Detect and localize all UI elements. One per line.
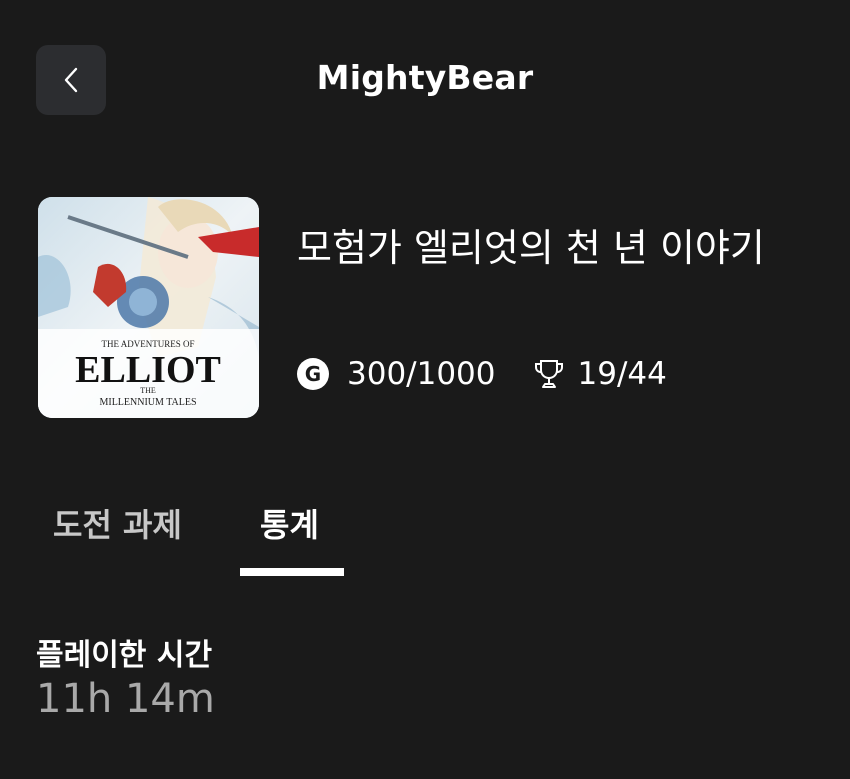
page-title: MightyBear [316,58,534,97]
cover-text-line2: ELLIOT [75,349,221,391]
trophy-icon [532,357,566,391]
cover-text-line1: THE ADVENTURES OF [101,339,194,349]
game-title: 모험가 엘리엇의 천 년 이야기 [297,226,765,270]
tab-achievements[interactable]: 도전 과제 [53,500,182,546]
tab-statistics[interactable]: 통계 [260,500,319,546]
active-tab-indicator [240,568,344,576]
playtime-label: 플레이한 시간 [36,638,213,673]
cover-text-line4: MILLENNIUM TALES [99,397,196,408]
playtime-value: 11h 14m [36,676,215,722]
achievements-value: 19/44 [577,356,667,392]
gamerscore-g-icon: G [297,358,329,390]
gamerscore-value: 300/1000 [347,356,496,392]
game-detail-page: MightyBear THE ADVENTURES OF ELLIOT THE … [0,0,850,779]
cover-art: THE ADVENTURES OF ELLIOT THE MILLENNIUM … [38,197,259,418]
cover-text-line3: THE [140,386,156,395]
game-progress-summary: G 300/1000 19/44 [297,352,667,396]
game-cover-image[interactable]: THE ADVENTURES OF ELLIOT THE MILLENNIUM … [38,197,259,418]
tab-bar: 도전 과제 통계 [36,500,436,578]
